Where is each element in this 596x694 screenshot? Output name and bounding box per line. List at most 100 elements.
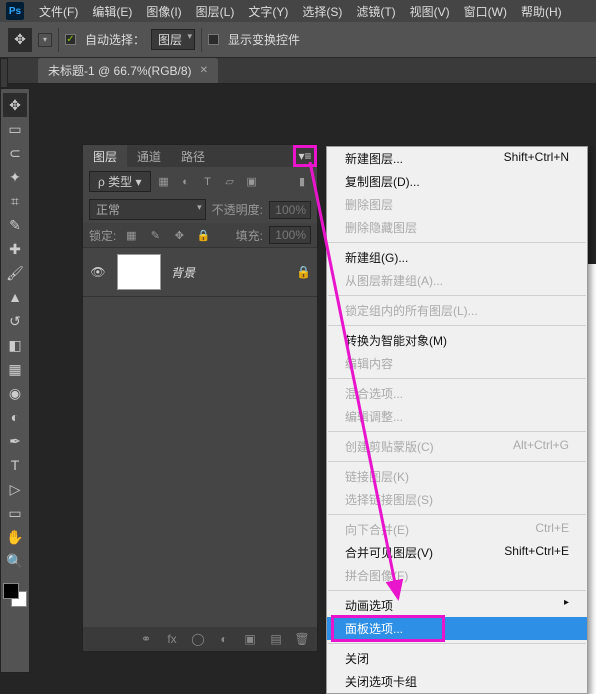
menu-item-shortcut: Shift+Ctrl+N [504,150,569,167]
menu-window[interactable]: 窗口(W) [457,3,514,20]
fill-value[interactable]: 100% [269,226,311,244]
move-tool[interactable]: ✥ [3,93,27,117]
tab-paths[interactable]: 路径 [171,145,215,167]
layer-thumbnail[interactable] [117,254,161,290]
layer-name[interactable]: 背景 [171,264,195,281]
dodge-tool[interactable]: ◐ [3,405,27,429]
eyedropper-tool[interactable]: ✎ [3,213,27,237]
menu-item[interactable]: 关闭选项卡组 [327,670,587,693]
document-tab[interactable]: 未标题-1 @ 66.7%(RGB/8) ✕ [38,58,218,83]
filter-shape-icon[interactable]: ▱ [221,174,239,190]
lock-all-icon[interactable]: 🔒 [194,227,212,243]
menu-item: 链接图层(K) [327,465,587,488]
pen-tool[interactable]: ✒ [3,429,27,453]
history-brush-tool[interactable]: ↺ [3,309,27,333]
menu-item[interactable]: 动画选项▸ [327,594,587,617]
shape-tool[interactable]: ▭ [3,501,27,525]
menu-help[interactable]: 帮助(H) [514,3,569,20]
zoom-tool[interactable]: 🔍 [3,549,27,573]
filter-toggle-icon[interactable]: ▮ [293,174,311,190]
filter-pixel-icon[interactable]: ▦ [155,174,173,190]
lasso-tool[interactable]: ⊂ [3,141,27,165]
heal-tool[interactable]: ✚ [3,237,27,261]
filter-smart-icon[interactable]: ▣ [243,174,261,190]
auto-select-checkbox[interactable]: ✓ [65,34,76,45]
tool-preset-arrow[interactable]: ▾ [38,33,52,47]
menu-item-label: 编辑调整... [345,408,403,425]
menu-item[interactable]: 合并可见图层(V)Shift+Ctrl+E [327,541,587,564]
lock-position-icon[interactable]: ✥ [170,227,188,243]
group-icon[interactable]: ▣ [241,631,259,647]
magic-wand-tool[interactable]: ✦ [3,165,27,189]
document-tab-row: 未标题-1 @ 66.7%(RGB/8) ✕ [0,58,596,84]
path-select-tool[interactable]: ▷ [3,477,27,501]
menu-item-label: 转换为智能对象(M) [345,332,447,349]
color-swatches[interactable] [3,583,27,607]
show-transform-checkbox[interactable] [208,34,219,45]
options-bar: ✥ ▾ ✓ 自动选择： 图层 显示变换控件 ⊤ ≡ ⊥ ⟟ ≡ ⟞ ⋮ ⋯ [0,22,596,58]
menu-image[interactable]: 图像(I) [139,3,188,20]
eraser-tool[interactable]: ◧ [3,333,27,357]
gradient-tool[interactable]: ▦ [3,357,27,381]
collapsed-dock-handle[interactable] [0,58,8,88]
divider [201,28,202,52]
menu-type[interactable]: 文字(Y) [241,3,295,20]
stamp-tool[interactable]: ▲ [3,285,27,309]
lock-transparency-icon[interactable]: ▦ [122,227,140,243]
menu-item[interactable]: 关闭 [327,647,587,670]
tab-channels[interactable]: 通道 [127,145,171,167]
layer-filter-row: ρ 类型 ▾ ▦ ◐ T ▱ ▣ ▮ [83,167,317,196]
lock-pixels-icon[interactable]: ✎ [146,227,164,243]
auto-select-target-select[interactable]: 图层 [151,29,195,50]
new-layer-icon[interactable]: ▤ [267,631,285,647]
menu-item-label: 拼合图像(F) [345,567,408,584]
blend-mode-select[interactable]: 正常 [89,199,206,220]
close-tab-icon[interactable]: ✕ [200,65,208,76]
blur-tool[interactable]: ◉ [3,381,27,405]
foreground-color-swatch[interactable] [3,583,19,599]
menu-layer[interactable]: 图层(L) [189,3,242,20]
menu-item-shortcut: Ctrl+E [535,521,569,538]
menu-item-label: 编辑内容 [345,355,393,372]
menu-item-label: 从图层新建组(A)... [345,272,443,289]
layers-panel: 图层 通道 路径 ▾≡ ρ 类型 ▾ ▦ ◐ T ▱ ▣ ▮ 正常 不透明度: … [82,144,318,652]
brush-tool[interactable]: 🖌 [3,261,27,285]
delete-layer-icon[interactable]: 🗑 [293,631,311,647]
layer-row-background[interactable]: 👁 背景 🔒 [83,247,317,297]
menu-item: 混合选项... [327,382,587,405]
menu-item[interactable]: 转换为智能对象(M) [327,329,587,352]
menu-edit[interactable]: 编辑(E) [85,3,139,20]
hand-tool[interactable]: ✋ [3,525,27,549]
align-left-icon: ⟟ [472,31,492,49]
link-layers-icon[interactable]: ⚭ [137,631,155,647]
menu-item[interactable]: 面板选项... [327,617,587,640]
menu-view[interactable]: 视图(V) [403,3,457,20]
menu-item[interactable]: 新建图层...Shift+Ctrl+N [327,147,587,170]
menu-item[interactable]: 新建组(G)... [327,246,587,269]
menu-item-label: 创建剪贴蒙版(C) [345,438,434,455]
filter-type-icon[interactable]: T [199,174,217,190]
align-right-icon: ⟞ [520,31,540,49]
adjustment-layer-icon[interactable]: ◐ [215,631,233,647]
menu-item-label: 动画选项 [345,597,393,614]
menu-separator [328,590,586,591]
lock-label: 锁定: [89,227,116,244]
tab-layers[interactable]: 图层 [83,145,127,167]
filter-kind-select[interactable]: ρ 类型 ▾ [89,171,151,192]
type-tool[interactable]: T [3,453,27,477]
distribute-icon: ⋯ [568,31,588,49]
toolbox: ✥ ▭ ⊂ ✦ ⌗ ✎ ✚ 🖌 ▲ ↺ ◧ ▦ ◉ ◐ ✒ T ▷ ▭ ✋ 🔍 [0,88,30,673]
opacity-value[interactable]: 100% [269,201,311,219]
marquee-tool[interactable]: ▭ [3,117,27,141]
menu-file[interactable]: 文件(F) [32,3,85,20]
menu-item[interactable]: 复制图层(D)... [327,170,587,193]
crop-tool[interactable]: ⌗ [3,189,27,213]
filter-adjust-icon[interactable]: ◐ [177,174,195,190]
panel-flyout-menu-button[interactable]: ▾≡ [295,147,315,165]
layer-mask-icon[interactable]: ◯ [189,631,207,647]
visibility-toggle-icon[interactable]: 👁 [89,265,107,279]
menu-select[interactable]: 选择(S) [295,3,349,20]
menu-filter[interactable]: 滤镜(T) [349,3,402,20]
fx-icon[interactable]: fx [163,631,181,647]
menu-separator [328,643,586,644]
